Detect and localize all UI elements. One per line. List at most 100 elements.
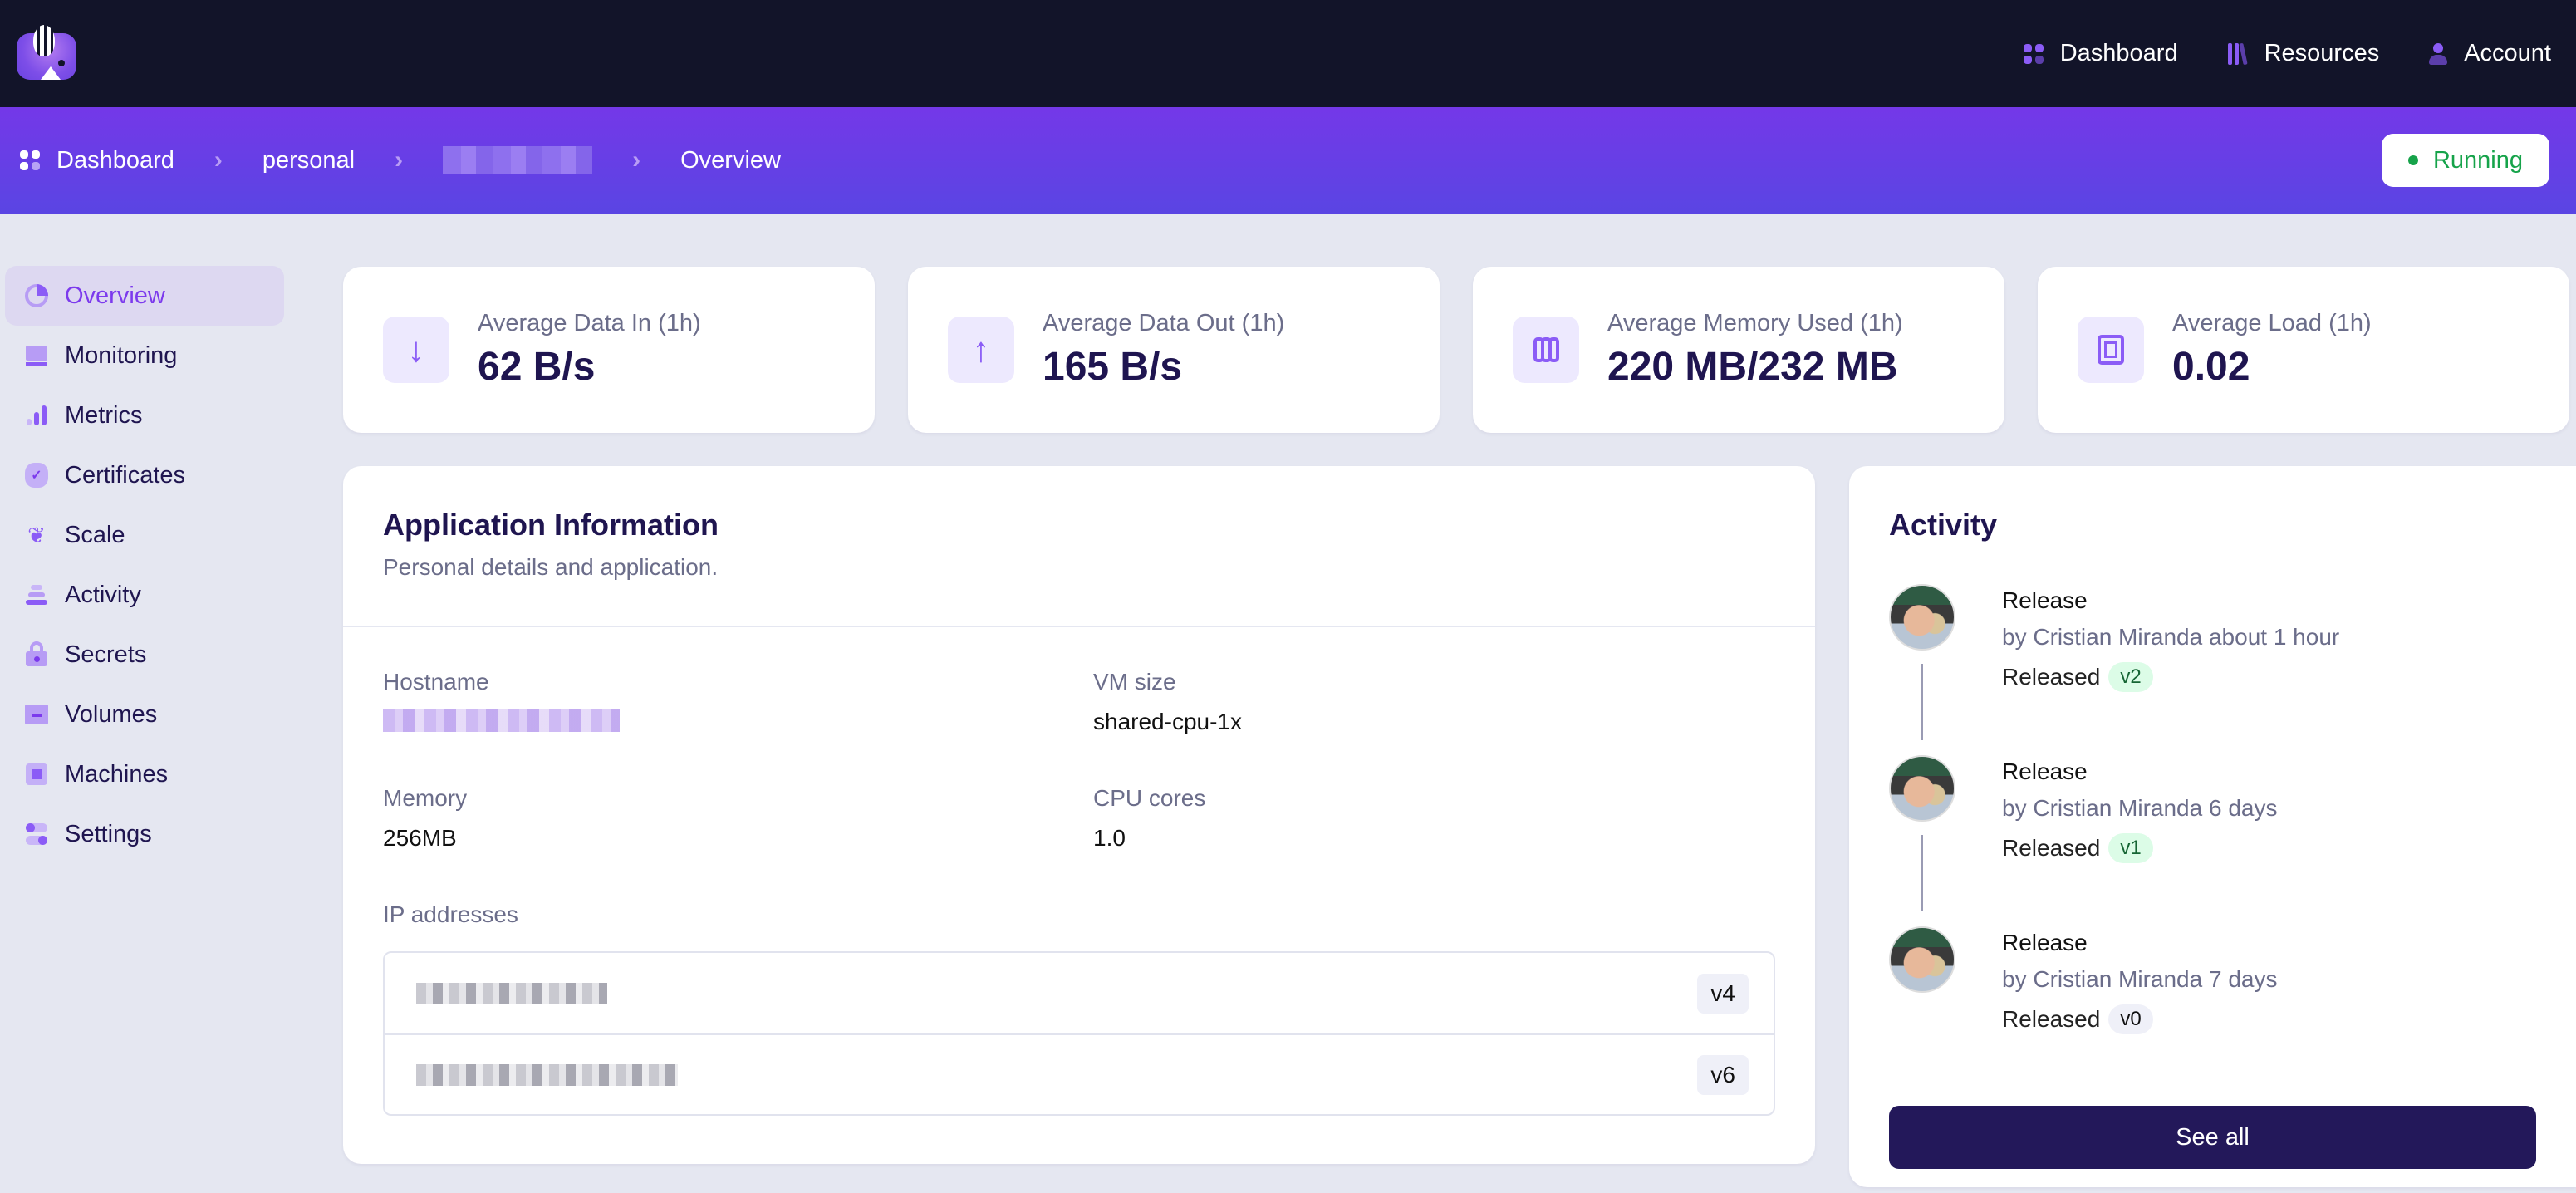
stat-value: 62 B/s <box>478 345 596 389</box>
application-info-card: Application Information Personal details… <box>343 466 1815 1164</box>
nav-resources[interactable]: Resources <box>2227 40 2379 67</box>
nav-dashboard-label: Dashboard <box>2059 40 2178 66</box>
released-label: Released <box>2002 664 2101 690</box>
breadcrumb-dashboard[interactable]: Dashboard <box>20 147 174 174</box>
released-label: Released <box>2002 1006 2101 1032</box>
sidebar-item-volumes[interactable]: Volumes <box>5 685 284 744</box>
arrow-up-icon: ↑ <box>948 317 1014 383</box>
breadcrumb-current: Overview <box>680 146 781 174</box>
lock-icon <box>25 641 48 666</box>
field-label: Memory <box>383 785 468 811</box>
sidebar-item-label: Overview <box>65 282 165 309</box>
grid-icon <box>2023 43 2044 64</box>
activity-item-released: Released v2 <box>2002 662 2339 692</box>
activity-card: Activity Release by Cristian Miranda abo… <box>1849 466 2576 1187</box>
sidebar-item-label: Machines <box>65 760 169 788</box>
breadcrumb-app[interactable] <box>443 146 593 174</box>
activity-item: Release by Cristian Miranda 6 days Relea… <box>1889 755 2536 926</box>
pie-chart-icon <box>25 284 48 307</box>
arrow-down-icon: ↓ <box>383 317 449 383</box>
stat-label: Average Data In (1h) <box>478 310 701 336</box>
stat-value: 220 MB/232 MB <box>1607 345 1898 389</box>
activity-item: Release by Cristian Miranda about 1 hour… <box>1889 584 2536 755</box>
ip-version-badge: v4 <box>1697 973 1749 1014</box>
nav-account[interactable]: Account <box>2429 40 2551 67</box>
application-info-fields: Hostname VM size shared-cpu-1x Memory 25… <box>343 627 1815 852</box>
field-value: shared-cpu-1x <box>1093 709 1242 734</box>
avatar <box>1889 755 1955 822</box>
activity-title: Activity <box>1889 508 1998 542</box>
avatar <box>1889 584 1955 651</box>
activity-item-meta: by Cristian Miranda about 1 hour <box>2002 624 2340 650</box>
app-logo[interactable] <box>17 24 76 80</box>
toggles-icon <box>25 822 48 846</box>
main-nav: Dashboard Resources Account <box>2023 40 2551 67</box>
field-value: 256MB <box>383 825 457 851</box>
bar-chart-icon <box>25 404 48 427</box>
sidebar-item-machines[interactable]: Machines <box>5 744 284 804</box>
activity-item-title: Release <box>2002 587 2088 613</box>
ip-row: v6 <box>385 1033 1774 1114</box>
sprout-icon: ❦ <box>27 522 46 547</box>
stat-card-memory: Average Memory Used (1h) 220 MB/232 MB <box>1473 267 2004 433</box>
sidebar-item-monitoring[interactable]: Monitoring <box>5 326 284 385</box>
logo-mountain <box>41 66 61 80</box>
balloon-icon <box>33 24 55 56</box>
nav-account-label: Account <box>2464 40 2551 66</box>
activity-item-title: Release <box>2002 759 2088 784</box>
chevron-right-icon: › <box>395 146 404 174</box>
activity-item-released: Released v1 <box>2002 833 2277 863</box>
sidebar-item-overview[interactable]: Overview <box>5 266 284 326</box>
stat-label: Average Memory Used (1h) <box>1607 310 1903 336</box>
logo-dot <box>58 59 65 66</box>
sidebar-item-activity[interactable]: Activity <box>5 565 284 625</box>
stat-card-load: Average Load (1h) 0.02 <box>2038 267 2569 433</box>
version-badge: v0 <box>2108 1004 2153 1034</box>
activity-item: Release by Cristian Miranda 7 days Relea… <box>1889 926 2536 1097</box>
status-dot-icon <box>2407 155 2418 165</box>
breadcrumb-org[interactable]: personal <box>263 147 355 174</box>
avatar <box>1889 926 1955 993</box>
sidebar-item-settings[interactable]: Settings <box>5 804 284 864</box>
ip-address-list: v4 v6 <box>383 951 1775 1116</box>
chevron-right-icon: › <box>632 146 641 174</box>
stat-card-data-in: ↓ Average Data In (1h) 62 B/s <box>343 267 875 433</box>
user-icon <box>2429 42 2448 65</box>
sidebar-item-label: Secrets <box>65 641 147 668</box>
sidebar-item-scale[interactable]: ❦ Scale <box>5 505 284 565</box>
status-label: Running <box>2432 146 2523 174</box>
grid-icon <box>20 150 40 170</box>
memory-icon <box>1513 317 1579 383</box>
nav-dashboard[interactable]: Dashboard <box>2023 40 2178 67</box>
application-info-header: Application Information Personal details… <box>343 466 1815 627</box>
sidebar-item-metrics[interactable]: Metrics <box>5 385 284 445</box>
cpu-icon <box>2078 317 2144 383</box>
sidebar-item-label: Metrics <box>65 401 143 429</box>
see-all-button[interactable]: See all <box>1889 1106 2536 1169</box>
activity-feed: Release by Cristian Miranda about 1 hour… <box>1889 584 2536 1097</box>
sidebar-item-label: Volumes <box>65 700 158 728</box>
ip-addresses-label: IP addresses <box>383 901 518 927</box>
field-memory: Memory 256MB <box>383 785 1093 852</box>
books-icon <box>2227 42 2248 65</box>
field-hostname: Hostname <box>383 669 1093 735</box>
field-value: 1.0 <box>1093 825 1126 851</box>
hostname-value-redacted[interactable] <box>383 709 620 732</box>
chevron-right-icon: › <box>213 146 223 174</box>
sidebar-item-label: Activity <box>65 581 141 608</box>
stat-label: Average Load (1h) <box>2172 310 2372 336</box>
chip-icon <box>25 763 48 786</box>
version-badge: v2 <box>2108 662 2153 692</box>
ip-address-redacted[interactable] <box>416 1063 678 1086</box>
sidebar-item-certificates[interactable]: ✓ Certificates <box>5 445 284 505</box>
breadcrumb-bar: Dashboard › personal › › Overview Runnin… <box>0 107 2576 214</box>
stat-value: 0.02 <box>2172 345 2250 389</box>
released-label: Released <box>2002 835 2101 861</box>
ip-address-redacted[interactable] <box>416 982 607 1004</box>
sidebar-item-label: Settings <box>65 820 152 847</box>
timeline-connector <box>1921 835 1923 911</box>
sidebar-item-secrets[interactable]: Secrets <box>5 625 284 685</box>
badge-check-icon: ✓ <box>25 463 48 488</box>
sidebar-item-label: Monitoring <box>65 341 178 369</box>
activity-item-meta: by Cristian Miranda 7 days <box>2002 966 2278 992</box>
